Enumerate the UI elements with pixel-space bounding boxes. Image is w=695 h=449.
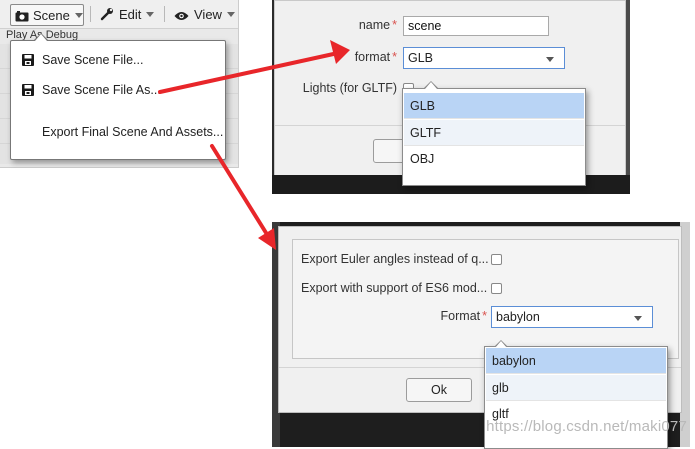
arrow-to-final-dialog: [210, 144, 276, 250]
annotation-arrows: [158, 40, 350, 250]
arrow-to-format-dialog: [158, 40, 350, 94]
watermark: https://blog.csdn.net/maki077: [486, 418, 687, 435]
